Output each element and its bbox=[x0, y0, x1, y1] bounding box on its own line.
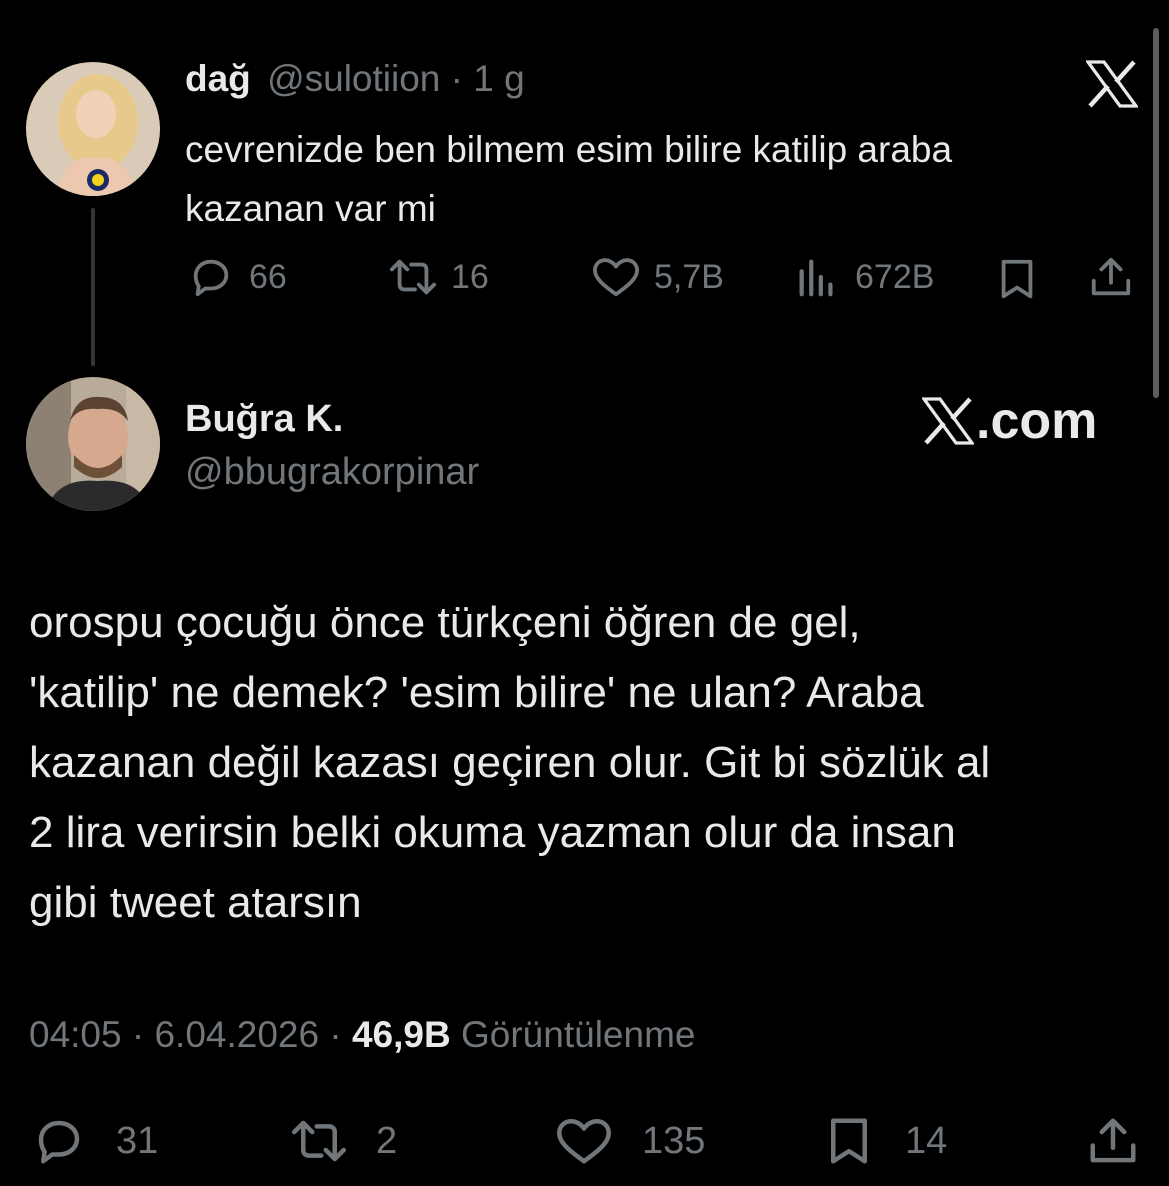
tweet-meta: 04:05 · 6.04.2026 · 46,9B Görüntülenme bbox=[29, 1014, 695, 1056]
display-name[interactable]: dağ bbox=[185, 58, 251, 99]
avatar-bugra-image bbox=[26, 377, 160, 511]
tweet-age[interactable]: 1 g bbox=[473, 58, 524, 99]
reply-count: 31 bbox=[116, 1119, 159, 1162]
bookmark-action[interactable]: 14 bbox=[823, 1113, 947, 1169]
reply-icon bbox=[193, 259, 229, 297]
heart-icon bbox=[593, 258, 639, 297]
tweet-date[interactable]: 6.04.2026 bbox=[154, 1014, 319, 1055]
like-action[interactable]: 5,7B bbox=[590, 252, 724, 302]
tweet-text-line: kazanan var mi bbox=[185, 188, 436, 229]
repost-icon bbox=[292, 1120, 346, 1162]
avatar-dag[interactable] bbox=[26, 62, 160, 196]
tweet-text-line: cevrenizde ben bilmem esim bilire katili… bbox=[185, 129, 953, 170]
tweet-header-dag: dağ @sulotiion · 1 g bbox=[185, 58, 525, 100]
repost-count: 2 bbox=[376, 1119, 398, 1162]
tweet-text-line: gibi tweet atarsın bbox=[29, 878, 362, 927]
bookmark-button[interactable] bbox=[996, 254, 1038, 304]
views-chart-icon bbox=[799, 259, 833, 297]
reply-count: 66 bbox=[249, 257, 287, 296]
views-count: 672B bbox=[855, 257, 935, 296]
heart-icon bbox=[557, 1118, 611, 1164]
watermark-domain: .com bbox=[976, 392, 1098, 450]
tweet-text-dag: cevrenizde ben bilmem esim bilire katili… bbox=[185, 120, 952, 238]
thread-line bbox=[91, 208, 95, 366]
display-name[interactable]: Buğra K. bbox=[185, 398, 343, 441]
tweet-text-line: orospu çocuğu önce türkçeni öğren de gel… bbox=[29, 598, 861, 647]
separator: · bbox=[450, 58, 463, 99]
bookmark-icon bbox=[1001, 259, 1033, 299]
scrollbar[interactable] bbox=[1153, 28, 1159, 398]
avatar-dag-image bbox=[26, 62, 160, 196]
views-action[interactable]: 672B bbox=[795, 252, 934, 302]
handle[interactable]: @sulotiion bbox=[267, 58, 440, 99]
reply-action[interactable]: 31 bbox=[30, 1113, 158, 1169]
tweet-time[interactable]: 04:05 bbox=[29, 1014, 122, 1055]
repost-count: 16 bbox=[451, 257, 489, 296]
view-count: 46,9B bbox=[351, 1014, 451, 1055]
bookmark-icon bbox=[831, 1118, 867, 1164]
tweet-text-line: 'katilip' ne demek? 'esim bilire' ne ula… bbox=[29, 668, 924, 717]
tweet-text-line: kazanan değil kazası geçiren olur. Git b… bbox=[29, 738, 991, 787]
separator: · bbox=[329, 1014, 342, 1055]
reply-icon bbox=[38, 1120, 80, 1164]
x-logo-icon[interactable] bbox=[1084, 60, 1140, 113]
like-count: 5,7B bbox=[654, 257, 724, 296]
share-icon bbox=[1091, 257, 1131, 296]
watermark: .com bbox=[922, 395, 1097, 447]
view-label: Görüntülenme bbox=[461, 1014, 696, 1055]
repost-action[interactable]: 2 bbox=[286, 1113, 397, 1169]
tweet-text-line: 2 lira verirsin belki okuma yazman olur … bbox=[29, 808, 956, 857]
bookmark-count: 14 bbox=[905, 1119, 948, 1162]
repost-action[interactable]: 16 bbox=[385, 252, 489, 302]
repost-icon bbox=[390, 259, 437, 295]
separator: · bbox=[131, 1014, 145, 1055]
handle[interactable]: @bbugrakorpinar bbox=[185, 451, 479, 494]
x-logo-icon bbox=[922, 397, 974, 445]
reply-action[interactable]: 66 bbox=[187, 252, 287, 302]
avatar-bugra[interactable] bbox=[26, 377, 160, 511]
like-action[interactable]: 135 bbox=[552, 1113, 705, 1169]
like-count: 135 bbox=[642, 1119, 706, 1162]
tweet-text-bugra: orospu çocuğu önce türkçeni öğren de gel… bbox=[29, 588, 990, 938]
share-icon bbox=[1090, 1118, 1136, 1163]
share-button[interactable] bbox=[1088, 252, 1134, 302]
share-button[interactable] bbox=[1086, 1113, 1140, 1169]
